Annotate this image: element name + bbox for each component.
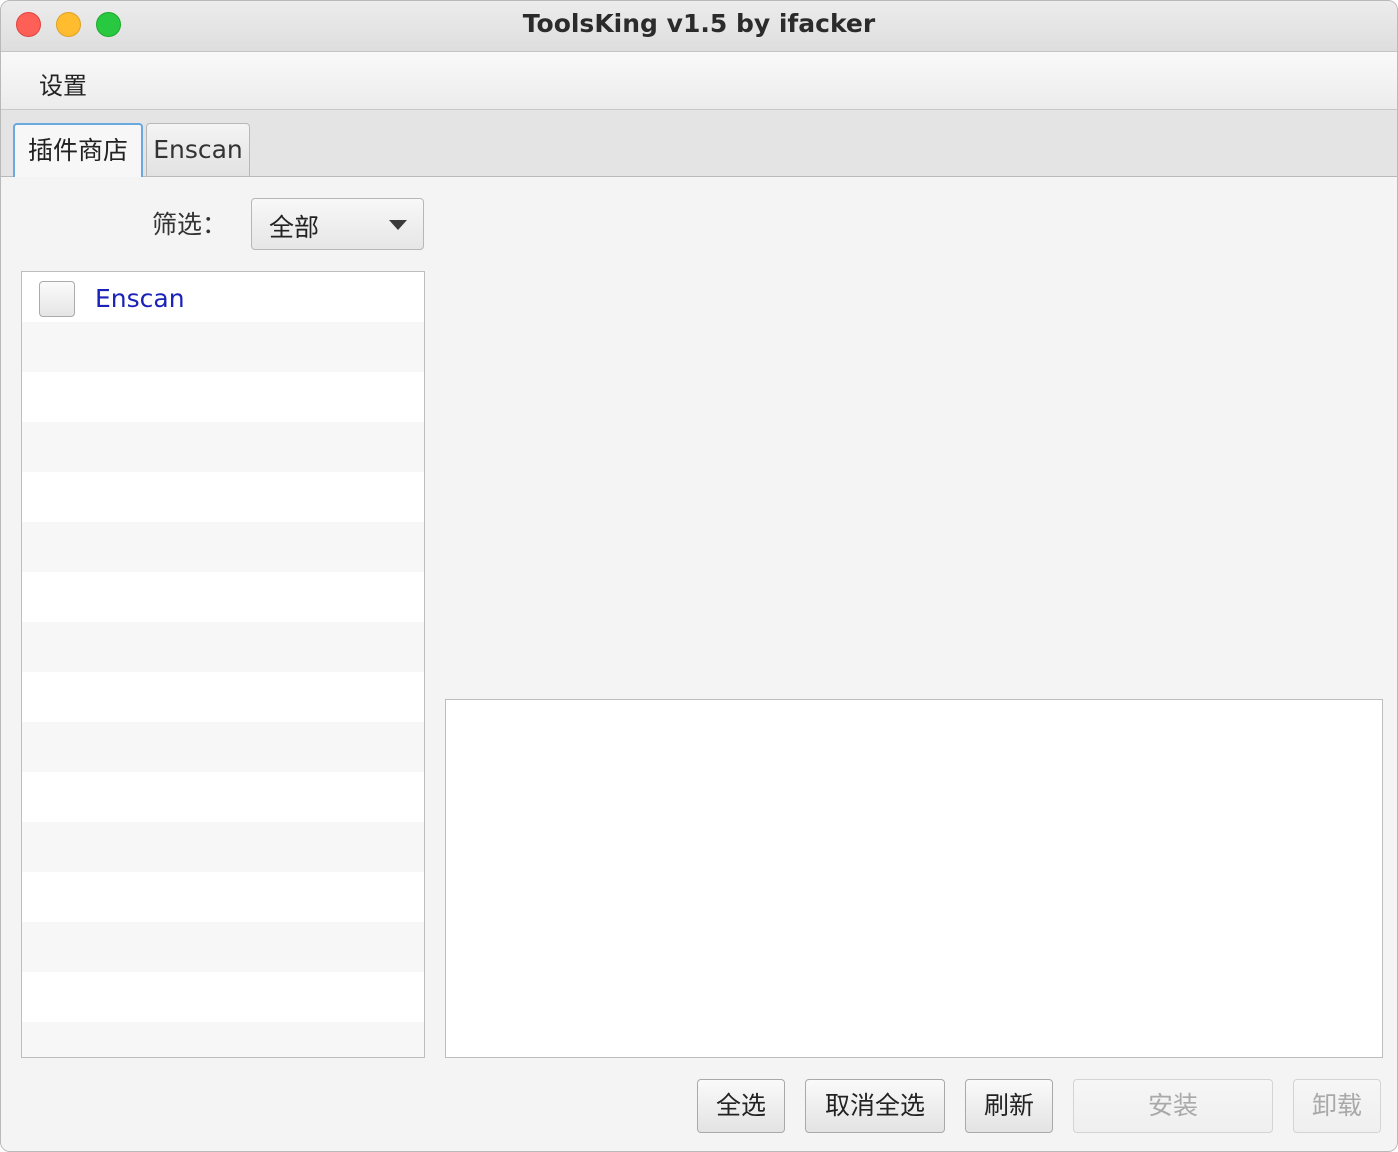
chevron-down-icon [389, 220, 407, 230]
menu-settings[interactable]: 设置 [27, 62, 99, 105]
deselect-all-button[interactable]: 取消全选 [805, 1079, 945, 1133]
plugin-store-panel: 筛选： 全部 Enscan 全选 取消全选 刷新 安装 卸载 [1, 177, 1397, 1151]
tab-bar: 插件商店 Enscan [1, 110, 1397, 178]
window-title: ToolsKing v1.5 by ifacker [522, 9, 876, 38]
install-button[interactable]: 安装 [1073, 1079, 1273, 1133]
menu-bar: 设置 [1, 52, 1397, 110]
plugin-checkbox[interactable] [39, 281, 75, 317]
plugin-name: Enscan [95, 284, 185, 313]
uninstall-button[interactable]: 卸载 [1293, 1079, 1381, 1133]
filter-dropdown[interactable]: 全部 [251, 198, 424, 250]
list-item[interactable]: Enscan [22, 272, 424, 327]
plugin-list[interactable]: Enscan [21, 271, 425, 1058]
select-all-button[interactable]: 全选 [697, 1079, 785, 1133]
filter-label: 筛选： [152, 210, 228, 239]
tab-plugin-store[interactable]: 插件商店 [13, 123, 143, 178]
filter-selected-value: 全部 [269, 213, 320, 242]
refresh-button[interactable]: 刷新 [965, 1079, 1053, 1133]
title-bar[interactable]: ToolsKing v1.5 by ifacker [1, 1, 1397, 52]
app-window: ToolsKing v1.5 by ifacker 设置 插件商店 Enscan… [0, 0, 1398, 1152]
tab-enscan[interactable]: Enscan [146, 123, 250, 176]
plugin-detail-area[interactable] [445, 699, 1383, 1058]
